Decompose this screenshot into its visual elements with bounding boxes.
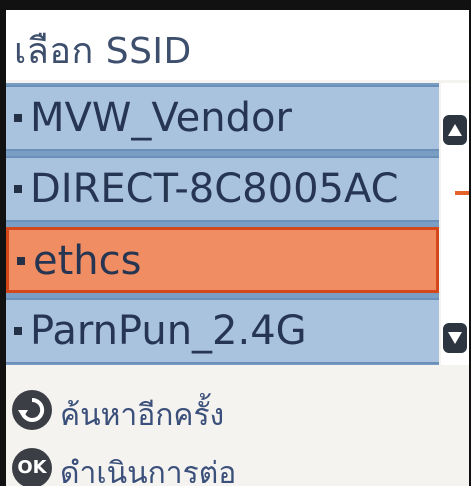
ssid-item[interactable]: ParnPun_2.4G [6, 298, 439, 364]
scroll-up-icon[interactable] [443, 115, 467, 145]
ssid-label: DIRECT-8C8005AC [30, 166, 399, 212]
scroll-down-icon[interactable] [443, 323, 467, 353]
footer: ค้นหาอีกครั้ง OK ดำเนินการต่อ [6, 370, 469, 486]
refresh-icon [12, 390, 52, 430]
ssid-item-selected[interactable]: ethcs [6, 227, 439, 293]
bullet-icon [14, 114, 22, 122]
ssid-label: ethcs [33, 238, 142, 284]
page-title: เลือก SSID [14, 31, 192, 72]
ssid-label: MVW_Vendor [30, 95, 292, 141]
ssid-item[interactable]: DIRECT-8C8005AC [6, 156, 439, 222]
scrollbar[interactable] [441, 83, 469, 365]
search-again-label: ค้นหาอีกครั้ง [60, 398, 225, 433]
bullet-icon [14, 185, 22, 193]
bullet-icon [14, 327, 22, 335]
ok-button-icon: OK [12, 448, 52, 486]
header: เลือก SSID [6, 10, 469, 80]
scroll-position-indicator [455, 191, 469, 195]
ssid-label: ParnPun_2.4G [30, 308, 307, 354]
ssid-item[interactable]: MVW_Vendor [6, 85, 439, 151]
ok-icon-text: OK [17, 457, 47, 478]
printer-screen: เลือก SSID MVW_Vendor DIRECT-8C8005AC et… [6, 10, 469, 486]
continue-label: ดำเนินการต่อ [60, 456, 237, 486]
bullet-icon [17, 257, 25, 265]
ssid-list: MVW_Vendor DIRECT-8C8005AC ethcs ParnPun… [6, 83, 439, 365]
